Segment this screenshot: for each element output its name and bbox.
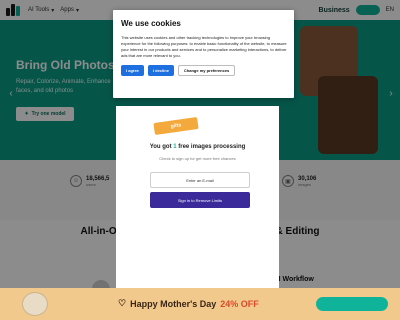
cookie-consent-dialog: We use cookies This website uses cookies… — [113, 10, 294, 98]
email-button[interactable]: Enter an E-mail — [150, 172, 250, 188]
promo-headline: Happy Mother's Day — [130, 298, 217, 309]
cookie-agree-button[interactable]: I agree — [121, 65, 144, 76]
cookie-actions: I agree I decline Change my preferences — [121, 65, 286, 76]
heart-icon: ♡ — [118, 298, 127, 308]
signin-button[interactable]: Sign in to Remove Limits — [150, 192, 250, 208]
cookie-body: This website uses cookies and other trac… — [121, 35, 287, 58]
promo-claim-button[interactable] — [316, 297, 388, 311]
promo-badge-image — [22, 292, 48, 316]
login-subtitle: Check to sign up for get more free chanc… — [159, 156, 236, 161]
cookie-title: We use cookies — [121, 19, 181, 28]
promo-offer: 24% OFF — [220, 298, 259, 309]
login-title-suffix: free images processing — [176, 144, 246, 150]
login-title-prefix: You got — [149, 144, 174, 150]
gift-banner: gifts — [153, 116, 199, 136]
promo-bar: ♡ Happy Mother's Day 24% OFF — [0, 288, 400, 320]
cookie-decline-button[interactable]: I decline — [147, 65, 174, 76]
cookie-preferences-button[interactable]: Change my preferences — [177, 65, 236, 76]
promo-text: ♡ Happy Mother's Day 24% OFF — [118, 298, 259, 309]
login-title: You got 1 free images processing — [116, 144, 279, 150]
